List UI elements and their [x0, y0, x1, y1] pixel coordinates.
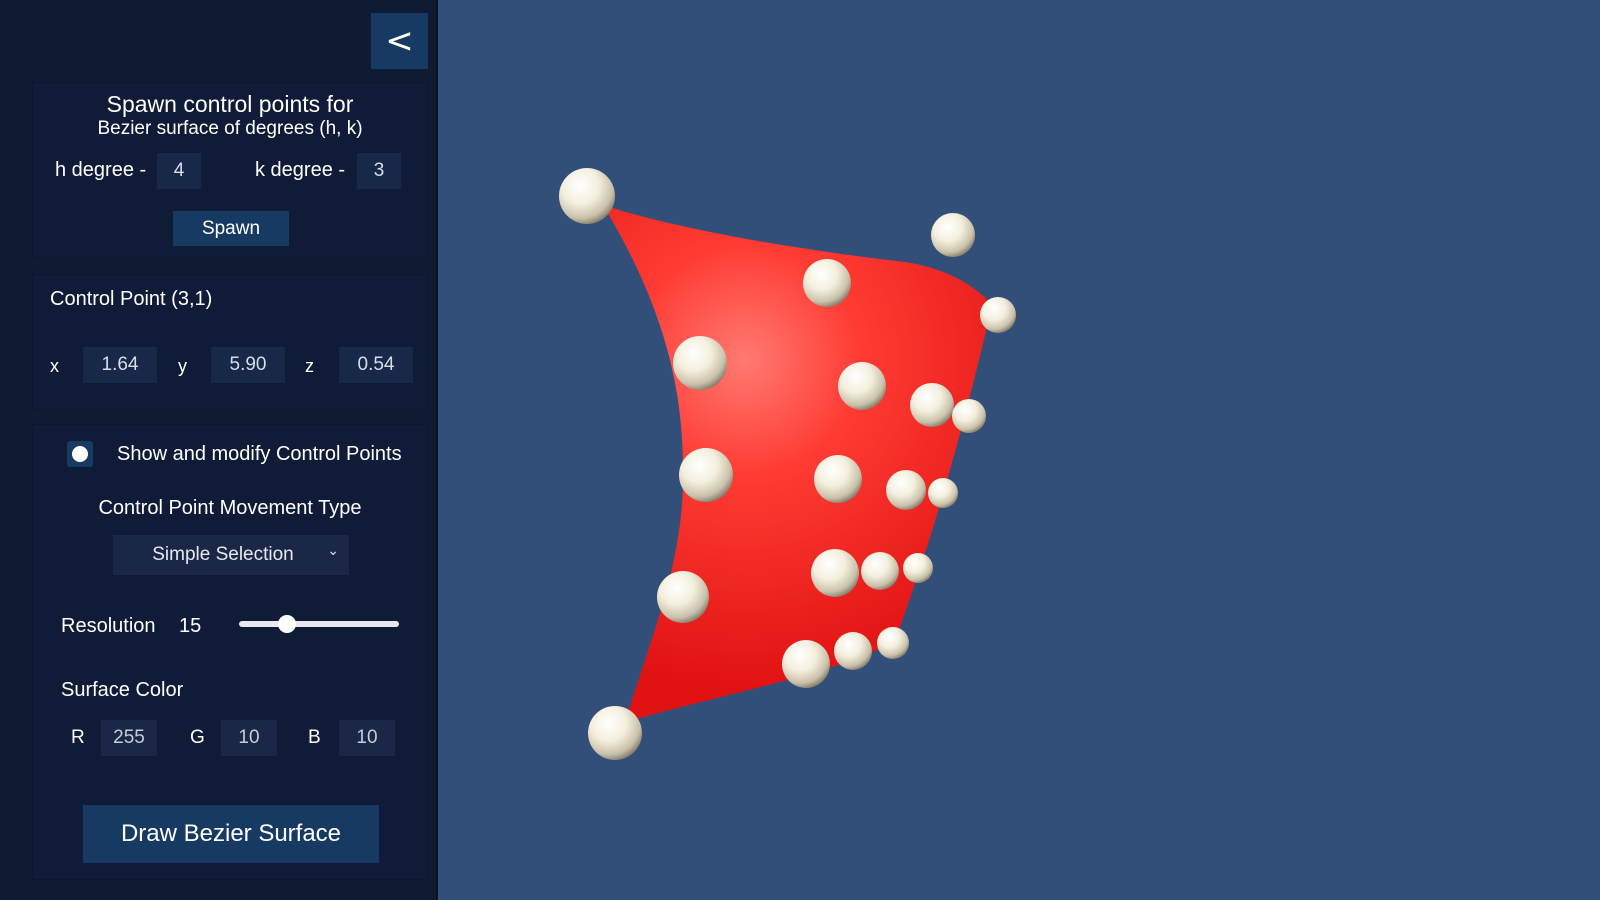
y-coordinate-input[interactable] [211, 347, 285, 383]
r-label: R [71, 727, 85, 748]
control-point-sphere[interactable] [877, 627, 909, 659]
collapse-panel-button[interactable]: < [371, 13, 428, 69]
toggle-knob [72, 446, 88, 462]
red-input[interactable] [101, 720, 157, 756]
control-point-sphere[interactable] [931, 213, 975, 257]
show-control-points-label: Show and modify Control Points [117, 443, 402, 465]
x-label: x [50, 356, 59, 376]
side-panel: < Spawn control points for Bezier surfac… [0, 0, 438, 900]
control-point-sphere[interactable] [903, 553, 933, 583]
k-degree-input[interactable] [357, 153, 401, 189]
control-point-section: Control Point (3,1) x y z [32, 274, 428, 410]
show-control-points-toggle[interactable] [67, 441, 93, 467]
k-degree-label: k degree - [255, 159, 346, 181]
z-label: z [305, 356, 314, 376]
slider-handle[interactable] [278, 615, 296, 633]
surface-color-label: Surface Color [61, 679, 184, 701]
control-point-sphere[interactable] [886, 470, 926, 510]
spawn-section: Spawn control points for Bezier surface … [32, 82, 428, 258]
control-point-sphere[interactable] [673, 336, 727, 390]
movement-type-dropdown[interactable]: Simple Selection ⌄ [113, 535, 349, 575]
movement-type-label: Control Point Movement Type [98, 497, 362, 519]
control-point-sphere[interactable] [803, 259, 851, 307]
control-point-sphere[interactable] [814, 455, 862, 503]
resolution-slider[interactable] [239, 613, 399, 637]
control-point-sphere[interactable] [980, 297, 1016, 333]
control-point-sphere[interactable] [679, 448, 733, 502]
control-point-sphere[interactable] [657, 571, 709, 623]
control-point-sphere[interactable] [588, 706, 642, 760]
y-label: y [178, 356, 187, 376]
spawn-subtitle: Bezier surface of degrees (h, k) [97, 118, 363, 139]
g-label: G [190, 727, 205, 748]
control-point-sphere[interactable] [910, 383, 954, 427]
spawn-title: Spawn control points for [106, 91, 354, 117]
surface-settings-section: Show and modify Control Points Control P… [32, 424, 428, 880]
control-point-sphere[interactable] [834, 632, 872, 670]
spawn-button[interactable]: Spawn [173, 211, 289, 246]
control-point-sphere[interactable] [782, 640, 830, 688]
control-point-sphere[interactable] [952, 399, 986, 433]
x-coordinate-input[interactable] [83, 347, 157, 383]
chevron-left-icon: < [385, 21, 414, 61]
resolution-value: 15 [179, 615, 202, 637]
movement-type-value: Simple Selection [152, 544, 294, 565]
green-input[interactable] [221, 720, 277, 756]
control-point-sphere[interactable] [838, 362, 886, 410]
scene-canvas[interactable] [438, 2, 1600, 900]
h-degree-label: h degree - [55, 159, 147, 181]
z-coordinate-input[interactable] [339, 347, 413, 383]
chevron-down-icon: ⌄ [327, 543, 339, 559]
control-point-sphere[interactable] [928, 478, 958, 508]
h-degree-input[interactable] [157, 153, 201, 189]
control-point-sphere[interactable] [559, 168, 615, 224]
app-window: < Spawn control points for Bezier surfac… [0, 0, 1600, 900]
draw-bezier-surface-button[interactable]: Draw Bezier Surface [83, 805, 379, 863]
b-label: B [308, 727, 321, 748]
control-point-title: Control Point (3,1) [50, 288, 213, 310]
control-point-sphere[interactable] [811, 549, 859, 597]
blue-input[interactable] [339, 720, 395, 756]
slider-track[interactable] [239, 621, 399, 627]
resolution-label: Resolution [61, 615, 156, 637]
control-point-sphere[interactable] [861, 552, 899, 590]
viewport-3d[interactable] [438, 2, 1600, 900]
